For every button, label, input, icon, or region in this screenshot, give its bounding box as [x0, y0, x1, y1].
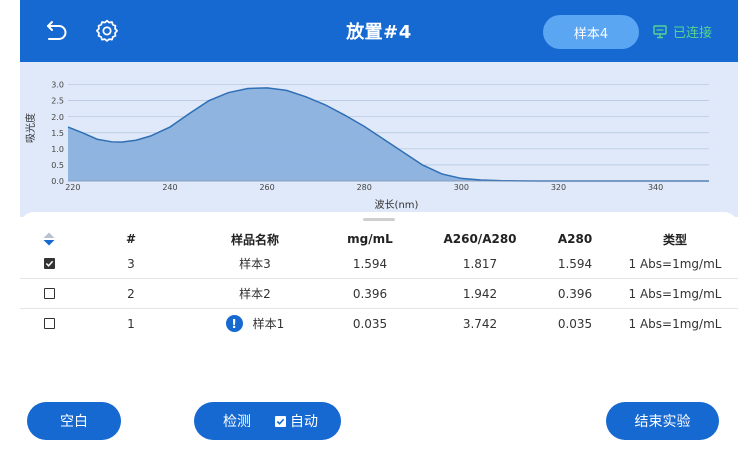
- table-row[interactable]: 1 ! 样本1 0.035 3.742 0.035 1 Abs=1mg/mL: [20, 309, 738, 338]
- x-axis-label: 波长(nm): [375, 198, 419, 211]
- connection-status: 已连接: [653, 22, 712, 41]
- y-tick-label: 1.5: [51, 129, 64, 138]
- detect-button[interactable]: 检测 自动: [194, 402, 341, 440]
- spectrum-chart-svg: 0.0 0.5 1.0 1.5 2.0 2.5 3.0 220 240 260 280 300 320 3…: [24, 81, 709, 211]
- x-tick-label: 240: [162, 183, 177, 192]
- row-type: 1 Abs=1mg/mL: [628, 286, 722, 301]
- app-frame: 放置#4 样本4 已连接 0.0 0.5 1.0 1.5 2.0 2.5 3.0 220 240…: [0, 0, 738, 471]
- row-a280: 1.594: [557, 256, 593, 271]
- warning-icon[interactable]: !: [225, 315, 243, 332]
- y-tick-label: 0.5: [51, 161, 64, 170]
- x-tick-label: 340: [648, 183, 663, 192]
- auto-toggle[interactable]: 自动: [275, 411, 318, 431]
- y-tick-label: 3.0: [51, 81, 64, 90]
- row-ratio: 1.817: [462, 256, 498, 271]
- y-axis-label: 吸光度: [24, 113, 37, 143]
- row-checkbox[interactable]: [43, 288, 55, 299]
- row-mg: 0.035: [352, 316, 388, 331]
- gear-icon[interactable]: [90, 14, 124, 48]
- y-tick-label: 0.0: [51, 177, 64, 186]
- sample-select-button[interactable]: 样本4: [543, 15, 639, 49]
- detect-button-label: 检测: [223, 414, 251, 430]
- row-num: 3: [127, 256, 135, 271]
- row-checkbox[interactable]: [43, 258, 55, 269]
- row-ratio: 3.742: [462, 316, 498, 331]
- row-type: 1 Abs=1mg/mL: [628, 256, 722, 271]
- row-ratio: 1.942: [462, 286, 498, 301]
- back-icon[interactable]: [38, 14, 72, 48]
- x-tick-label: 280: [357, 183, 372, 192]
- y-tick-label: 2.5: [51, 97, 64, 106]
- y-tick-label: 1.0: [51, 145, 64, 154]
- drag-handle[interactable]: [363, 218, 395, 221]
- row-type: 1 Abs=1mg/mL: [628, 316, 722, 331]
- series-area: [68, 87, 709, 181]
- row-name: 样本3: [239, 257, 271, 271]
- table-row[interactable]: 2 样本2 0.396 1.942 0.396 1 Abs=1mg/mL: [20, 279, 738, 309]
- row-a280: 0.035: [557, 316, 593, 331]
- row-mg: 0.396: [352, 286, 388, 301]
- y-tick-label: 2.0: [51, 113, 64, 122]
- connection-icon: [653, 24, 667, 38]
- auto-checkbox[interactable]: [275, 415, 286, 427]
- row-name: 样本2: [239, 287, 271, 301]
- x-tick-label: 320: [551, 183, 566, 192]
- blank-button[interactable]: 空白: [27, 402, 121, 440]
- spectrum-chart: 0.0 0.5 1.0 1.5 2.0 2.5 3.0 220 240 260 280 300 320 3…: [20, 62, 738, 217]
- row-a280: 0.396: [557, 286, 593, 301]
- row-num: 2: [127, 286, 135, 301]
- row-name: 样本1: [252, 317, 285, 331]
- end-experiment-button[interactable]: 结束实验: [606, 402, 719, 440]
- row-checkbox[interactable]: [43, 318, 55, 329]
- row-mg: 1.594: [352, 256, 388, 271]
- connection-status-label: 已连接: [673, 26, 713, 41]
- x-tick-label: 300: [454, 183, 469, 192]
- x-tick-label: 260: [259, 183, 274, 192]
- x-tick-label: 220: [65, 183, 80, 192]
- header-bar: 放置#4 样本4 已连接: [20, 0, 738, 62]
- auto-label: 自动: [290, 414, 318, 430]
- row-num: 1: [127, 316, 135, 331]
- table-row[interactable]: 3 样本3 1.594 1.817 1.594 1 Abs=1mg/mL: [20, 249, 738, 279]
